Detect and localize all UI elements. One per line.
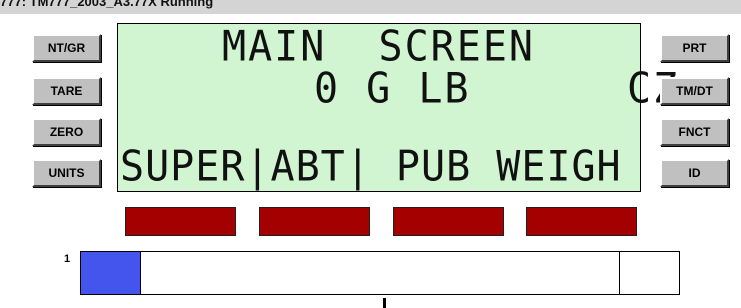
display-line-2: 0 G LB CZ — [314, 64, 680, 114]
units-button[interactable]: UNITS — [32, 159, 101, 187]
display-line-4: SUPER|ABT| PUB WEIGH — [120, 142, 622, 192]
bargraph-target-marker — [619, 252, 621, 294]
indicator-lamp-1 — [125, 207, 236, 236]
lcd-display: MAIN SCREEN 0 G LB CZ SUPER|ABT| PUB WEI… — [117, 22, 677, 192]
bargraph-index-label: 1 — [64, 253, 71, 265]
display-line-1: MAIN SCREEN — [222, 22, 535, 72]
tare-button[interactable]: TARE — [32, 77, 101, 105]
bargraph-fill — [81, 252, 141, 294]
nt-gr-button[interactable]: NT/GR — [32, 34, 101, 62]
fnct-button[interactable]: FNCT — [660, 118, 729, 146]
title-bar: 777: TM777_2003_A3.77X Running — [0, 0, 741, 14]
id-button[interactable]: ID — [660, 159, 729, 187]
zero-button[interactable]: ZERO — [32, 118, 101, 146]
indicator-lamp-3 — [393, 207, 504, 236]
center-tick-mark — [383, 298, 386, 308]
indicator-lamp-4 — [526, 207, 637, 236]
bargraph — [80, 251, 680, 295]
prt-button[interactable]: PRT — [660, 34, 729, 62]
window-title: 777: TM777_2003_A3.77X Running — [0, 0, 214, 9]
indicator-lamp-2 — [259, 207, 370, 236]
tm-dt-button[interactable]: TM/DT — [660, 77, 729, 105]
